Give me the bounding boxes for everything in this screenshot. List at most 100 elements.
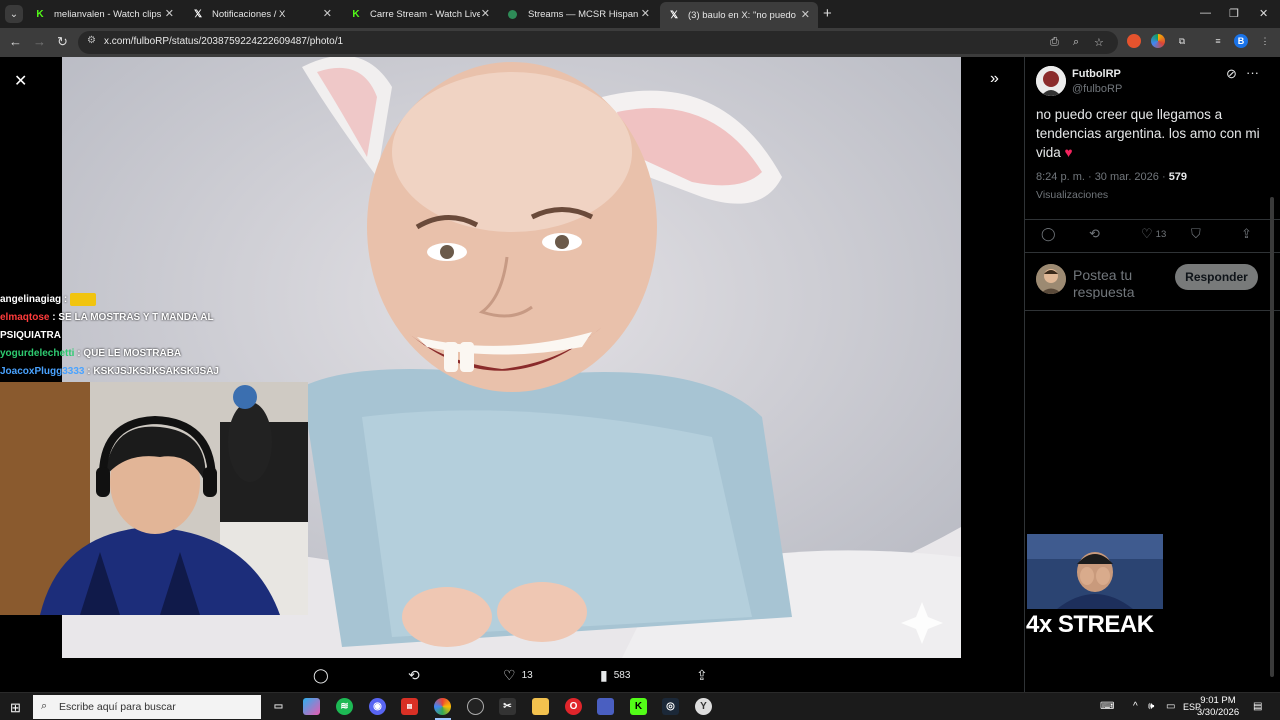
panel-scrollbar[interactable] [1270, 197, 1274, 677]
kick-icon: K [36, 8, 44, 20]
webcam-image [0, 382, 308, 615]
reading-list-icon[interactable]: ≡ [1211, 34, 1225, 48]
puzzle-icon[interactable]: ⧉ [1175, 34, 1189, 48]
chat-username: yogurdelechetti [0, 348, 75, 359]
forward-arrow-icon[interactable]: → [33, 34, 46, 49]
windows-taskbar: ⊞ ⌕ Escribe aquí para buscar ▭ ≋ ◉ ▤ ✂ O… [0, 692, 1280, 720]
author-handle[interactable]: @fulboRP [1072, 83, 1122, 95]
retweet-icon[interactable]: ⟲ [1089, 226, 1100, 242]
tweet-view-count: 579 [1168, 171, 1188, 183]
bookmark-icon[interactable]: ⛉ [1191, 226, 1201, 242]
copilot-icon[interactable] [303, 698, 320, 715]
share-icon[interactable]: ⇪ [696, 667, 708, 684]
reply-button[interactable]: Responder [1175, 264, 1258, 290]
browser-tab[interactable]: 𝕏 Notificaciones / X ✕ [184, 3, 340, 25]
browser-tab[interactable]: K Carre Stream - Watch Live on K ✕ [342, 3, 498, 25]
spotify-icon[interactable]: ≋ [336, 698, 353, 715]
tweet-timestamp[interactable]: 8:24 p. m. · 30 mar. 2026 · [1036, 171, 1169, 183]
clock-time: 9:01 PM [1200, 695, 1236, 706]
chat-message: yogurdelechetti : QUE LE MOSTRABA [0, 348, 182, 359]
expand-panel-icon[interactable]: » [990, 70, 999, 88]
network-icon[interactable]: ▭ [1166, 701, 1175, 712]
notifications-icon[interactable]: ▤ [1253, 701, 1262, 712]
like-button[interactable]: ♡ 13 [503, 667, 533, 684]
close-tab-icon[interactable]: ✕ [165, 7, 174, 20]
views-label: Visualizaciones [1036, 189, 1109, 201]
browser-tab[interactable]: Streams — MCSR Hispano ✕ [500, 3, 658, 25]
chat-text: QUE LE MOSTRABA [83, 348, 182, 359]
streak-photo [1027, 534, 1163, 609]
chat-username: elmaqtose [0, 312, 50, 323]
bookmark-star-icon[interactable]: ☆ [1094, 36, 1104, 49]
app-icon[interactable]: Y [695, 698, 712, 715]
heart-icon: ♡ [1141, 226, 1153, 241]
system-clock[interactable]: 9:01 PM 3/30/2026 [1196, 695, 1240, 719]
close-tab-icon[interactable]: ✕ [801, 8, 810, 21]
kick-icon[interactable]: K [630, 698, 647, 715]
red-heart-icon: ♥ [1064, 145, 1073, 160]
author-avatar[interactable] [1036, 66, 1066, 96]
retweet-icon[interactable]: ⟲ [408, 667, 420, 684]
clock-date: 3/30/2026 [1196, 707, 1240, 718]
steam-icon[interactable]: ◎ [662, 698, 679, 715]
file-explorer-icon[interactable] [532, 698, 549, 715]
heart-icon: ♡ [503, 667, 516, 683]
discord-icon[interactable]: ◉ [369, 698, 386, 715]
browser-tab[interactable]: K melianvalen - Watch clips on K ✕ [26, 3, 182, 25]
close-tab-icon[interactable]: ✕ [641, 7, 650, 20]
back-arrow-icon[interactable]: ← [9, 34, 22, 49]
close-window-icon[interactable]: ✕ [1259, 7, 1268, 20]
install-app-icon[interactable]: ⎙ [1050, 36, 1059, 49]
address-bar[interactable]: ⚙ x.com/fulboRP/status/20387592242226094… [78, 31, 1118, 54]
reply-icon[interactable]: ◯ [1041, 226, 1056, 242]
emote-icon [70, 292, 97, 306]
minimize-icon[interactable]: — [1200, 7, 1211, 19]
reply-icon[interactable]: ◯ [313, 667, 329, 684]
keyboard-icon[interactable]: ⌨ [1100, 701, 1114, 712]
photo-action-bar: ◯ ⟲ ♡ 13 ▮ 583 ⇪ [0, 664, 1024, 688]
close-tab-icon[interactable]: ✕ [481, 7, 490, 20]
chrome-icon[interactable] [434, 698, 451, 715]
site-info-icon[interactable]: ⚙ [87, 35, 96, 46]
extension-icon[interactable] [1151, 34, 1165, 48]
app-icon[interactable]: ▤ [401, 698, 418, 715]
app-icon[interactable] [597, 698, 614, 715]
taskbar-search[interactable]: ⌕ Escribe aquí para buscar [33, 695, 261, 719]
browser-toolbar: ← → ↻ ⚙ x.com/fulboRP/status/20387592242… [0, 28, 1280, 57]
capcut-icon[interactable]: ✂ [499, 698, 516, 715]
views-button[interactable]: ▮ 583 [600, 667, 630, 684]
browser-tab-active[interactable]: 𝕏 (3) baulo en X: "no puedo cree ✕ [660, 2, 818, 28]
more-options-icon[interactable]: ··· [1246, 65, 1259, 80]
reload-icon[interactable]: ↻ [57, 34, 68, 50]
close-photo-icon[interactable]: ✕ [14, 71, 27, 91]
chat-message: angelinagiag : [0, 291, 310, 309]
menu-kebab-icon[interactable]: ⋮ [1258, 34, 1272, 48]
zoom-icon[interactable]: ⌕ [1073, 36, 1079, 49]
task-view-icon[interactable]: ▭ [270, 698, 287, 715]
author-name[interactable]: FutbolRP [1072, 68, 1121, 80]
browser-tab-strip: ⌄ K melianvalen - Watch clips on K ✕ 𝕏 N… [0, 0, 1280, 28]
tweet-text: no puedo creer que llegamos a tendencias… [1036, 105, 1272, 162]
chat-username: angelinagiag [0, 294, 62, 305]
volume-icon[interactable]: 🕪 [1148, 701, 1154, 712]
close-tab-icon[interactable]: ✕ [323, 7, 332, 20]
new-tab-plus-icon[interactable]: + [823, 5, 832, 22]
streak-image [1027, 534, 1163, 609]
opera-icon[interactable]: O [565, 698, 582, 715]
windows-start-icon[interactable]: ⊞ [10, 700, 21, 716]
x-icon: 𝕏 [193, 8, 203, 20]
share-icon[interactable]: ⇪ [1241, 226, 1252, 242]
like-count: 13 [1155, 228, 1167, 240]
profile-avatar-icon[interactable]: B [1234, 34, 1248, 48]
like-button[interactable]: ♡ 13 [1141, 226, 1166, 242]
search-icon: ⌕ [41, 700, 48, 712]
restore-icon[interactable]: ❐ [1229, 7, 1239, 20]
view-count: 583 [613, 670, 631, 681]
tab-search-chevron-icon[interactable]: ⌄ [5, 5, 23, 23]
reply-input[interactable]: Postea tu respuesta [1073, 267, 1173, 299]
grok-icon[interactable]: ⊘ [1226, 66, 1237, 82]
obs-icon[interactable] [467, 698, 484, 715]
tray-chevron-icon[interactable]: ^ [1133, 701, 1138, 712]
extension-icon[interactable] [1127, 34, 1141, 48]
chat-username: JoacoxPlugg3333 [0, 366, 85, 377]
